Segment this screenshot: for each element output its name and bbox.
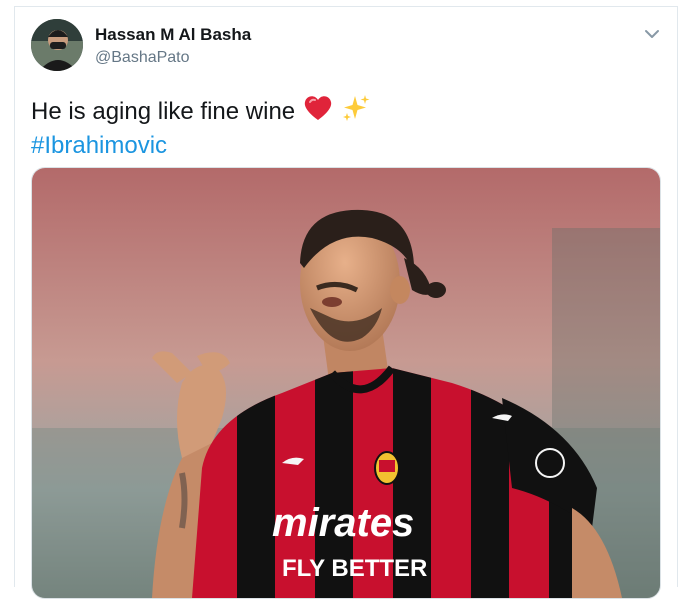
author-name[interactable]: Hassan M Al Basha bbox=[95, 25, 251, 45]
sparkles-emoji bbox=[341, 93, 371, 131]
tweet-text: He is aging like fine wine #Ibrahimovic bbox=[31, 93, 371, 161]
player-photo: mirates FLY BETTER bbox=[32, 168, 660, 598]
tweet-body: He is aging like fine wine bbox=[31, 98, 296, 125]
avatar-image bbox=[31, 19, 83, 71]
author-handle[interactable]: @BashaPato bbox=[95, 49, 190, 67]
tweet-card[interactable]: Hassan M Al Basha @BashaPato He is aging… bbox=[14, 6, 678, 599]
hashtag-link[interactable]: #Ibrahimovic bbox=[31, 131, 167, 161]
heart-emoji bbox=[303, 94, 333, 130]
tweet-media-image[interactable]: mirates FLY BETTER bbox=[31, 167, 661, 599]
avatar[interactable] bbox=[31, 19, 83, 71]
chevron-down-icon[interactable] bbox=[641, 23, 663, 45]
jersey-sponsor-line1: mirates bbox=[272, 501, 414, 545]
jersey-sponsor-line2: FLY BETTER bbox=[282, 555, 427, 582]
